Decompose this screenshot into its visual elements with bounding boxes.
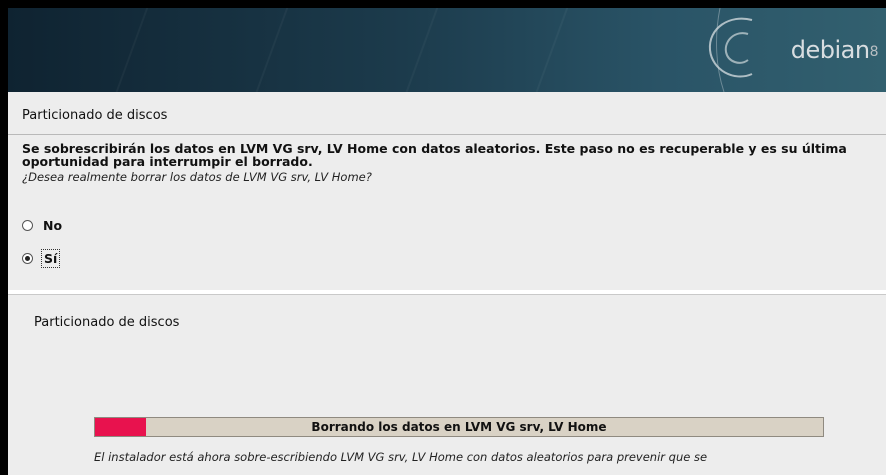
option-si[interactable]: Sí <box>22 249 61 268</box>
progress-bar: Borrando los datos en LVM VG srv, LV Hom… <box>94 417 824 437</box>
debian-swirl-icon <box>708 8 753 92</box>
logo-text: debian <box>790 36 870 64</box>
progress-dialog: Particionado de discos Borrando los dato… <box>8 295 886 475</box>
title-separator <box>8 134 886 135</box>
dialog-question: Se sobrescribirán los datos en LVM VG sr… <box>22 141 847 169</box>
radio-si-icon[interactable] <box>22 253 33 264</box>
dialog-title: Particionado de discos <box>22 108 168 123</box>
installer-window: debian8 Particionado de discos Se sobres… <box>8 8 886 475</box>
logo-version: 8 <box>869 44 879 60</box>
option-no-label[interactable]: No <box>41 217 64 234</box>
debian-logo: debian8 <box>790 36 879 64</box>
option-si-label[interactable]: Sí <box>41 249 61 268</box>
debian-banner: debian8 <box>8 8 886 92</box>
progress-label: Borrando los datos en LVM VG srv, LV Hom… <box>311 420 607 434</box>
progress-dialog-title: Particionado de discos <box>34 315 180 330</box>
confirm-dialog: Particionado de discos Se sobrescribirán… <box>8 92 886 292</box>
progress-detail: El instalador está ahora sobre-escribien… <box>94 450 708 464</box>
radio-no-icon[interactable] <box>22 220 33 231</box>
dialog-prompt: ¿Desea realmente borrar los datos de LVM… <box>22 170 372 184</box>
option-no[interactable]: No <box>22 217 64 234</box>
